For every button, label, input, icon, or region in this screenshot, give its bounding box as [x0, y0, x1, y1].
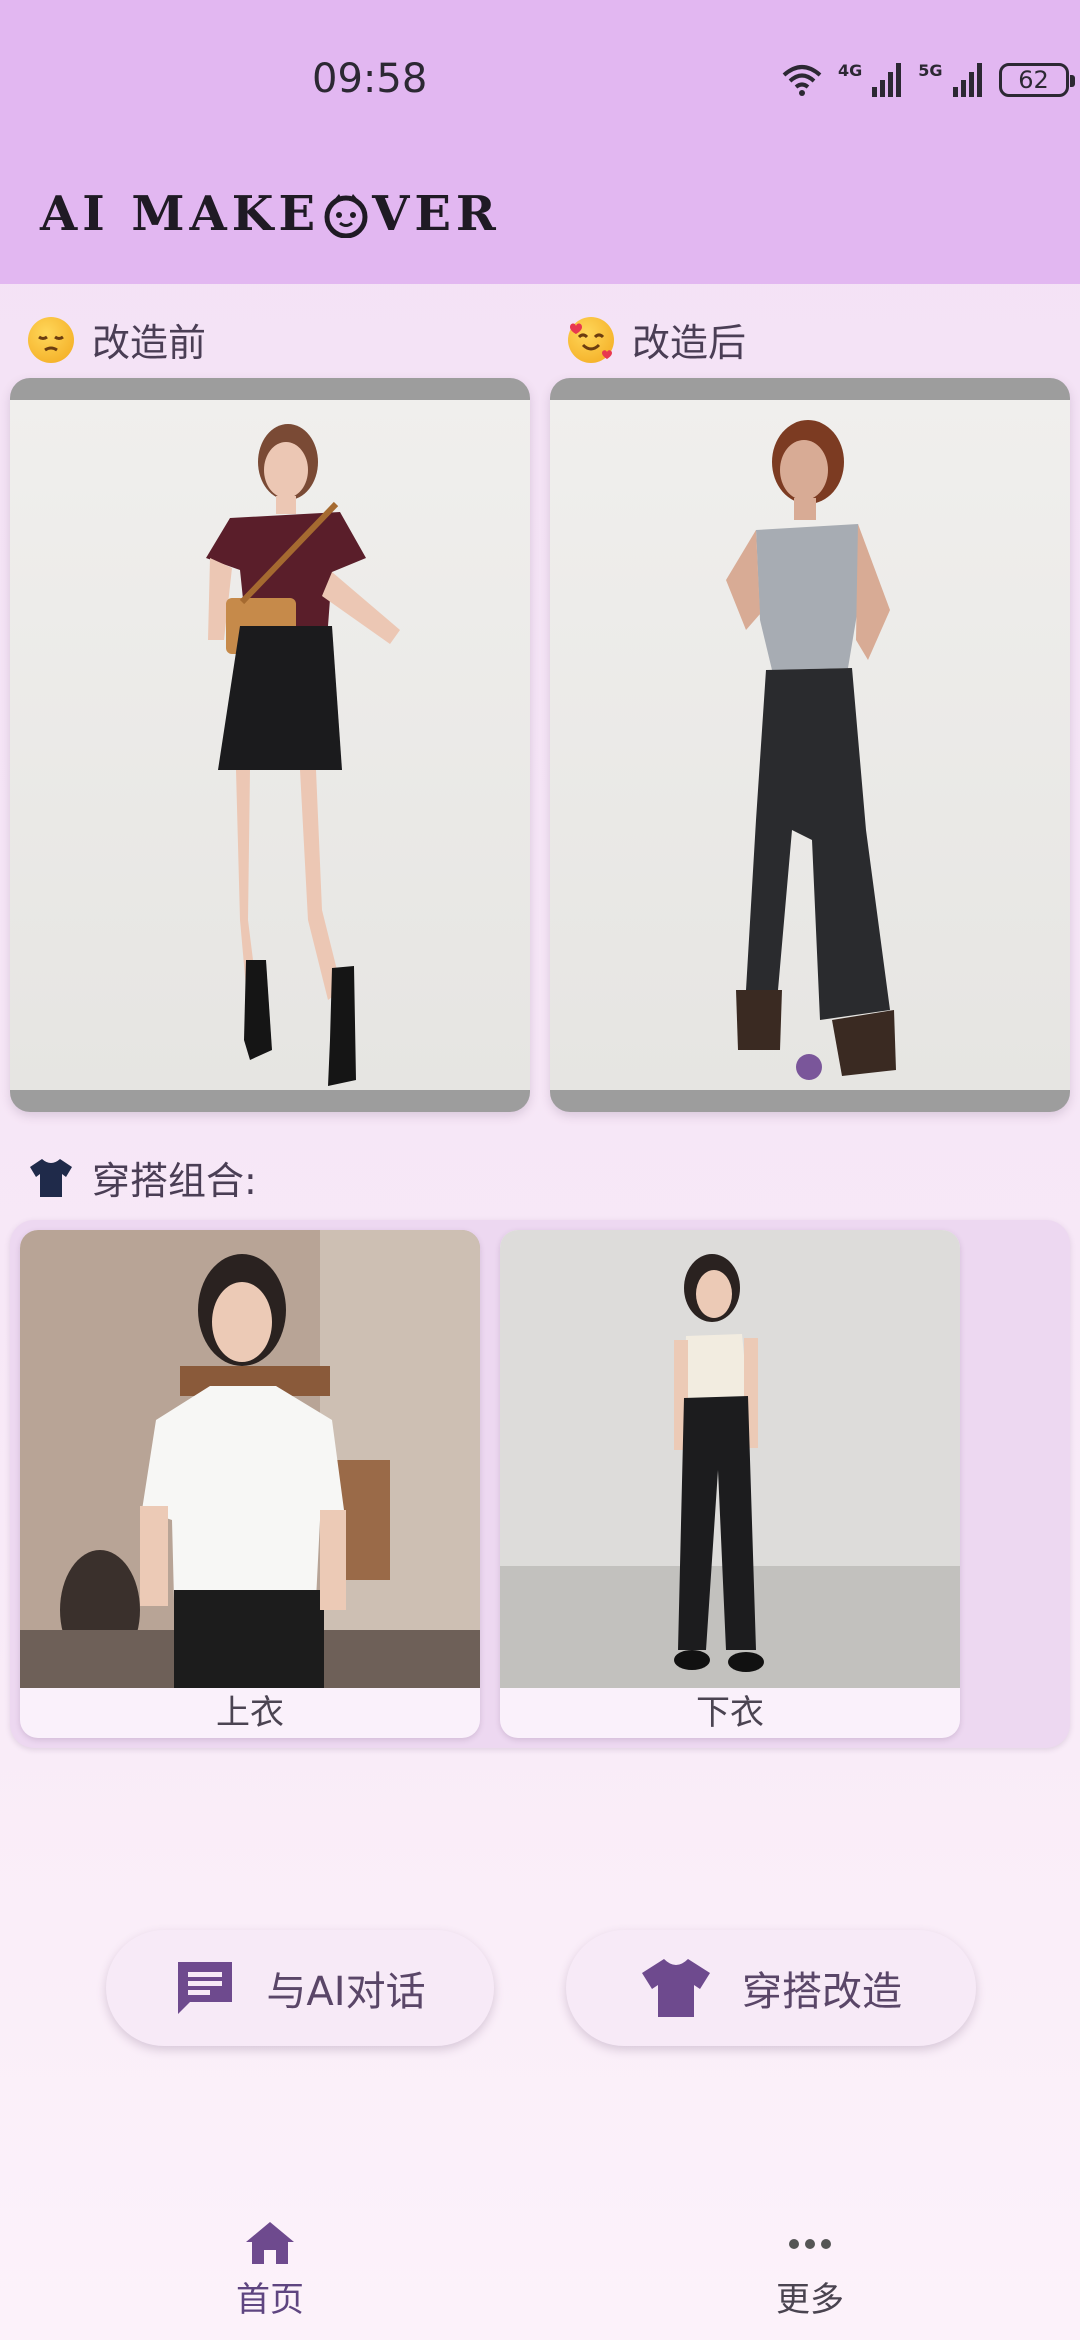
- sleepy-face-icon: [28, 316, 74, 363]
- status-time: 09:58: [312, 56, 428, 102]
- combo-panel: 上衣 下衣: [10, 1220, 1070, 1748]
- bottom-item-photo: [500, 1230, 960, 1688]
- mascot-logo-icon: [324, 194, 368, 238]
- signal-icon: [872, 63, 902, 97]
- signal-icon: [952, 63, 982, 97]
- before-photo-card[interactable]: [10, 378, 530, 1112]
- nav-more[interactable]: 更多: [710, 2220, 910, 2321]
- battery-icon: 62: [998, 63, 1075, 97]
- smiling-face-with-hearts-icon: [568, 316, 614, 363]
- after-photo: [550, 400, 1070, 1090]
- nav-more-label: 更多: [776, 2280, 844, 2320]
- chat-with-ai-label: 与AI对话: [266, 1969, 426, 2015]
- app-title-text: AI MAKE: [40, 186, 321, 242]
- tshirt-icon: [642, 1959, 710, 2017]
- chat-icon: [178, 1962, 233, 2014]
- app-header: 09:58 4G 5G 62 AI MAKE VER: [0, 0, 1080, 284]
- nav-home[interactable]: 首页: [170, 2220, 370, 2321]
- home-icon: [246, 2222, 294, 2264]
- wifi-icon: [782, 65, 822, 96]
- bottom-item-label: 下衣: [696, 1693, 764, 1733]
- top-item-photo: [20, 1230, 480, 1688]
- after-label-text: 改造后: [632, 321, 747, 365]
- combo-label-text: 穿搭组合:: [92, 1159, 257, 1203]
- network-5g-label: 5G: [918, 60, 943, 80]
- more-dots-icon: [789, 2239, 831, 2249]
- top-item-label: 上衣: [216, 1693, 284, 1733]
- network-4g-label: 4G: [838, 60, 863, 80]
- before-photo: [10, 400, 530, 1090]
- bottom-nav: 首页 更多: [0, 2200, 1080, 2340]
- nav-home-label: 首页: [236, 2280, 304, 2320]
- status-icons: 4G 5G 62: [782, 56, 1075, 104]
- outfit-makeover-button[interactable]: 穿搭改造: [566, 1930, 976, 2046]
- combo-label: 穿搭组合:: [28, 1150, 257, 1205]
- app-title: AI MAKE VER: [40, 186, 501, 242]
- bottom-item-card[interactable]: 下衣: [500, 1230, 960, 1738]
- page-indicator-dot[interactable]: [796, 1054, 822, 1080]
- before-label: 改造前: [28, 312, 206, 367]
- chat-with-ai-button[interactable]: 与AI对话: [106, 1930, 494, 2046]
- outfit-makeover-label: 穿搭改造: [742, 1969, 902, 2015]
- after-label: 改造后: [568, 312, 746, 367]
- before-label-text: 改造前: [92, 321, 207, 365]
- top-item-card[interactable]: 上衣: [20, 1230, 480, 1738]
- battery-level: 62: [1018, 66, 1049, 94]
- tshirt-icon: [30, 1158, 72, 1197]
- app-title-text: VER: [372, 186, 501, 242]
- after-photo-card[interactable]: [550, 378, 1070, 1112]
